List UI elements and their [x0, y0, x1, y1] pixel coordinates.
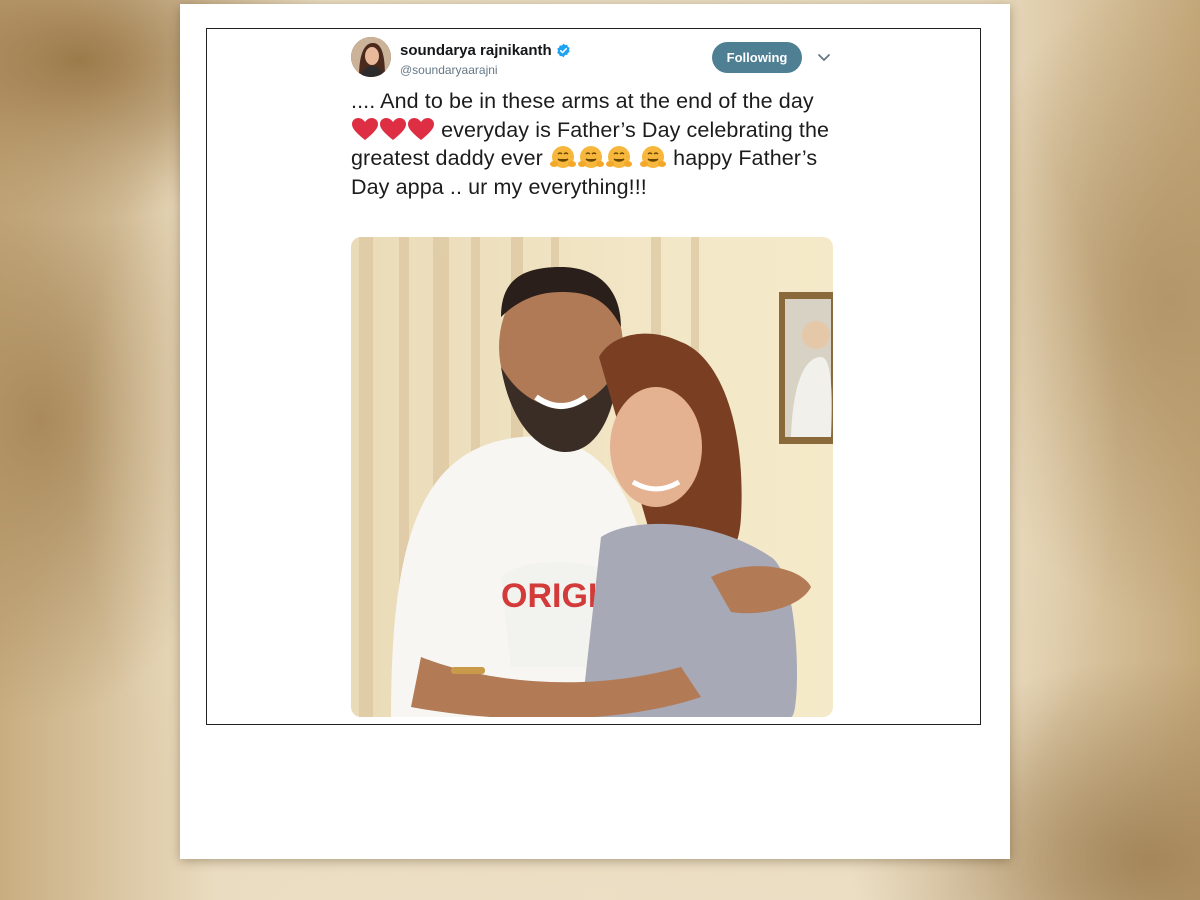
screenshot-card: soundarya rajnikanth @soundaryaarajni Fo… — [180, 4, 1010, 859]
name-row: soundarya rajnikanth — [400, 41, 571, 59]
hugging-face-icon — [605, 145, 633, 170]
tweet-photo[interactable]: ORIGI — [351, 237, 833, 717]
display-name[interactable]: soundarya rajnikanth — [400, 42, 552, 59]
tweet-text-segment: .... And to be in these arms at the end … — [351, 89, 814, 113]
red-heart-icon — [407, 117, 435, 142]
user-handle[interactable]: @soundaryaarajni — [400, 63, 498, 77]
tweet-frame: soundarya rajnikanth @soundaryaarajni Fo… — [206, 28, 981, 725]
tweet-text: .... And to be in these arms at the end … — [351, 87, 841, 201]
avatar[interactable] — [351, 37, 391, 77]
following-button[interactable]: Following — [712, 42, 802, 73]
hugging-face-icon — [577, 145, 605, 170]
chevron-down-icon[interactable] — [817, 51, 831, 63]
verified-badge-icon — [556, 43, 571, 58]
svg-text:ORIGI: ORIGI — [501, 577, 597, 615]
tweet-header: soundarya rajnikanth @soundaryaarajni Fo… — [351, 37, 851, 87]
hugging-face-icon — [639, 145, 667, 170]
red-heart-icon — [379, 117, 407, 142]
hugging-face-icon — [549, 145, 577, 170]
red-heart-icon — [351, 117, 379, 142]
